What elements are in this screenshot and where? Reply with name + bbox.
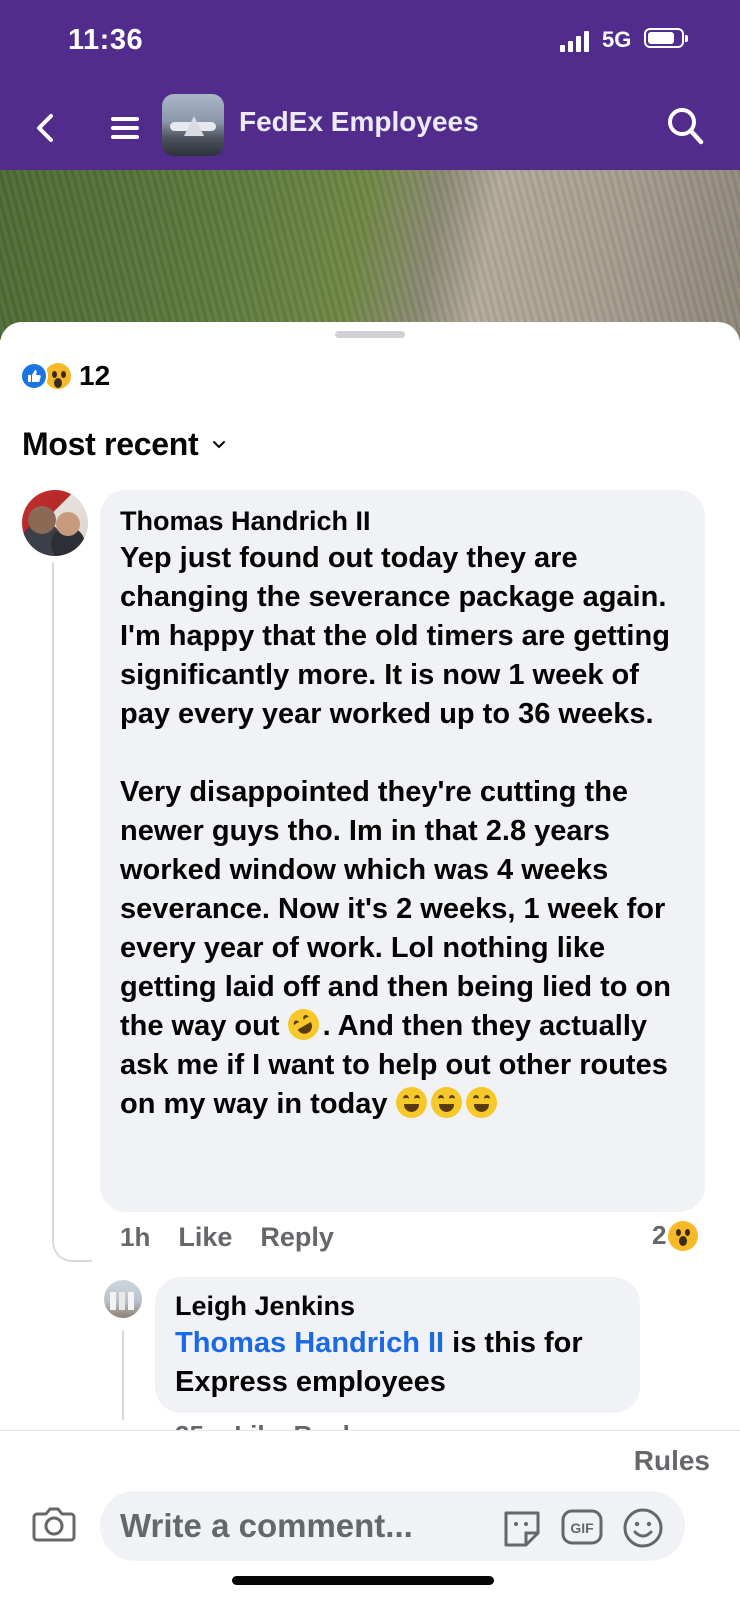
menu-icon[interactable] bbox=[108, 110, 142, 146]
like-reaction-icon bbox=[20, 362, 48, 390]
laughing-emoji bbox=[465, 1087, 497, 1118]
comment-input[interactable]: Write a comment... GIF bbox=[100, 1491, 685, 1561]
thread-line bbox=[52, 562, 92, 1262]
thread-line bbox=[122, 1330, 124, 1420]
sort-dropdown[interactable]: Most recent bbox=[22, 426, 226, 463]
chevron-down-icon bbox=[213, 440, 226, 448]
mention-link[interactable]: Thomas Handrich II bbox=[175, 1327, 444, 1359]
sort-label: Most recent bbox=[22, 426, 199, 462]
comment-text-part: Very disappointed they're cutting the ne… bbox=[120, 776, 671, 1042]
reply-text: Thomas Handrich II is this for Express e… bbox=[175, 1324, 620, 1402]
reply-button[interactable]: Reply bbox=[260, 1222, 334, 1253]
battery-icon bbox=[644, 28, 688, 48]
comment-reaction-summary[interactable]: 2 bbox=[652, 1220, 699, 1251]
like-button[interactable]: Like bbox=[178, 1222, 232, 1253]
camera-icon[interactable] bbox=[32, 1503, 76, 1543]
comment-reaction-count: 2 bbox=[652, 1220, 667, 1250]
reaction-count: 12 bbox=[79, 360, 111, 391]
comment-bubble[interactable]: Thomas Handrich II Yep just found out to… bbox=[100, 490, 705, 1212]
gif-label: GIF bbox=[570, 1520, 594, 1536]
comment-paragraph: Yep just found out today they are changi… bbox=[120, 542, 670, 730]
sheet-drag-handle[interactable] bbox=[335, 331, 405, 338]
avatar[interactable] bbox=[22, 490, 88, 556]
reaction-summary[interactable]: 12 bbox=[20, 360, 110, 392]
reply-author[interactable]: Leigh Jenkins bbox=[175, 1291, 620, 1322]
laughing-emoji bbox=[395, 1087, 427, 1118]
wow-reaction-icon bbox=[668, 1220, 699, 1251]
reply-bubble[interactable]: Leigh Jenkins Thomas Handrich II is this… bbox=[155, 1277, 640, 1413]
group-title[interactable]: FedEx Employees bbox=[239, 106, 479, 138]
comment-text: Yep just found out today they are changi… bbox=[120, 539, 685, 1124]
emoji-icon[interactable] bbox=[622, 1507, 664, 1549]
comment-actions: 1h Like Reply bbox=[120, 1222, 334, 1253]
comment-time[interactable]: 1h bbox=[120, 1222, 150, 1253]
sticker-icon[interactable] bbox=[500, 1507, 544, 1549]
back-icon[interactable] bbox=[26, 108, 66, 148]
status-bar: 11:36 5G bbox=[0, 0, 740, 88]
rules-link[interactable]: Rules bbox=[634, 1445, 710, 1477]
laughing-emoji bbox=[430, 1087, 462, 1118]
post-photo bbox=[0, 170, 740, 340]
comments-sheet: 12 Most recent Thomas Handrich II Yep ju… bbox=[0, 322, 740, 1600]
group-avatar[interactable] bbox=[162, 94, 224, 156]
group-header: FedEx Employees bbox=[0, 88, 740, 170]
gif-icon[interactable]: GIF bbox=[560, 1507, 604, 1547]
rofl-emoji bbox=[281, 1003, 325, 1046]
network-type: 5G bbox=[602, 27, 632, 52]
home-indicator[interactable] bbox=[232, 1576, 494, 1585]
comment-placeholder: Write a comment... bbox=[120, 1507, 413, 1544]
search-icon[interactable] bbox=[664, 104, 706, 148]
comment-paragraph: Very disappointed they're cutting the ne… bbox=[120, 773, 685, 1124]
comment-author[interactable]: Thomas Handrich II bbox=[120, 506, 685, 537]
status-time: 11:36 bbox=[68, 24, 144, 56]
avatar[interactable] bbox=[104, 1280, 142, 1318]
signal-icon bbox=[560, 30, 589, 52]
